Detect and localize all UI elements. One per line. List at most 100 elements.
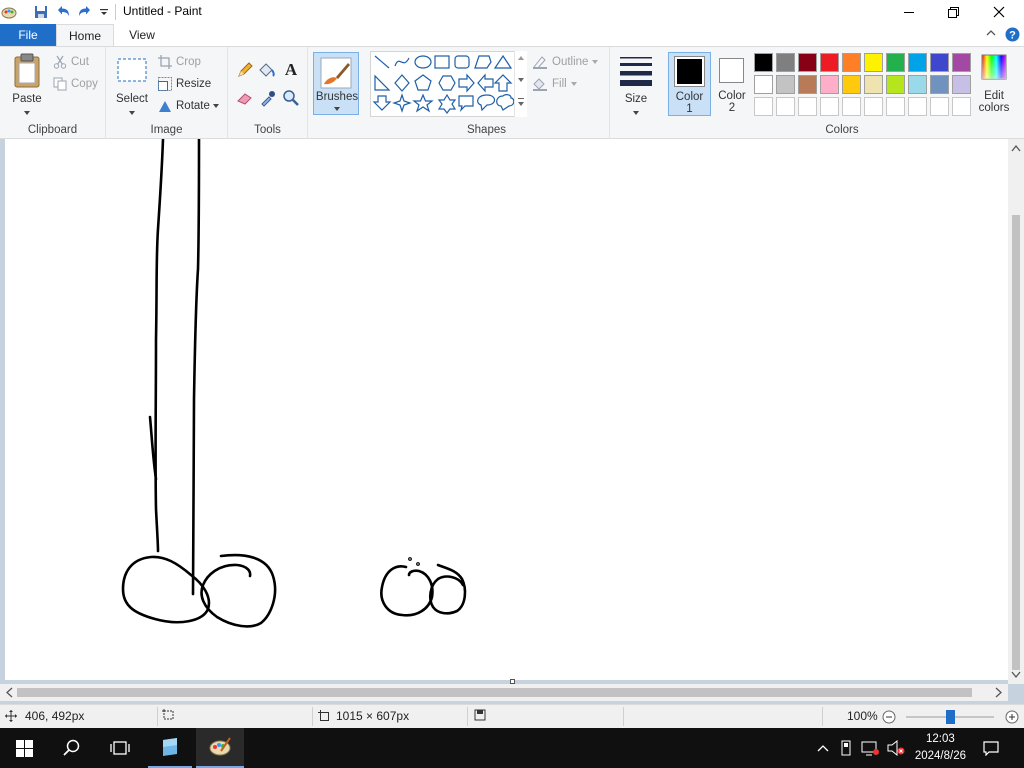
horizontal-scrollbar[interactable] [0,684,1008,701]
clock-date: 2024/8/26 [914,750,966,762]
zoom-slider[interactable] [906,709,996,725]
image-group: Select Crop Resize Rotate Image [106,47,228,139]
image-group-label: Image [150,124,183,136]
collapse-ribbon-icon[interactable] [986,27,996,41]
color2-button[interactable]: Color 2 [713,52,751,116]
customize-toolbar-chevron-icon[interactable] [95,3,113,21]
resize-icon [158,77,172,91]
palette-swatch[interactable] [754,75,773,94]
custom-color-slot[interactable] [820,97,839,116]
color1-button[interactable]: Color 1 [668,52,711,116]
cut-button[interactable]: Cut [53,55,89,69]
cut-label: Cut [71,56,89,68]
palette-swatch[interactable] [930,75,949,94]
status-divider [623,707,624,726]
edit-colors-button[interactable]: Edit colors [976,52,1012,116]
restore-button[interactable] [930,0,976,24]
rectangle-shape-icon [434,55,450,69]
save-icon[interactable] [32,3,50,21]
custom-color-slot[interactable] [886,97,905,116]
palette-swatch[interactable] [820,75,839,94]
text-tool[interactable]: A [282,60,300,81]
drawing-canvas[interactable] [5,137,1008,680]
palette-swatch[interactable] [908,53,927,72]
start-button[interactable] [0,728,48,768]
fill-tool[interactable] [258,61,276,82]
notifications-button[interactable] [976,728,1006,768]
crop-button[interactable]: Crop [158,55,201,69]
close-button[interactable] [976,0,1022,24]
custom-color-slot[interactable] [776,97,795,116]
custom-color-slot[interactable] [754,97,773,116]
zoom-out-button[interactable] [882,710,896,724]
palette-swatch[interactable] [886,53,905,72]
custom-color-slot[interactable] [952,97,971,116]
palette-swatch[interactable] [908,75,927,94]
tab-view[interactable]: View [118,24,166,46]
palette-swatch[interactable] [776,75,795,94]
palette-swatch[interactable] [820,53,839,72]
taskbar-clock[interactable]: 12:03 2024/8/26 [915,731,966,765]
custom-color-slot[interactable] [908,97,927,116]
palette-swatch[interactable] [864,75,883,94]
rounded-rectangle-shape-icon [454,55,470,69]
palette-swatch[interactable] [842,53,861,72]
taskbar-app-explorer[interactable] [148,728,192,768]
help-icon[interactable]: ? [1005,27,1020,45]
size-label: Size [624,93,648,105]
copy-button[interactable]: Copy [53,77,98,91]
resize-button[interactable]: Resize [158,77,211,91]
eraser-tool[interactable] [236,89,254,110]
shape-fill-icon [533,78,547,91]
paste-button[interactable]: Paste [8,51,46,119]
palette-swatch[interactable] [930,53,949,72]
palette-swatch[interactable] [952,53,971,72]
select-button[interactable]: Select [114,51,150,119]
outline-button[interactable]: Outline [532,55,602,69]
palette-swatch[interactable] [886,75,905,94]
minimize-button[interactable] [886,0,932,24]
pencil-tool[interactable] [236,61,254,82]
vertical-scrollbar[interactable] [1008,139,1024,684]
rotate-button[interactable]: Rotate [158,99,223,113]
palette-swatch[interactable] [798,53,817,72]
canvas-resize-handle[interactable] [510,679,515,684]
custom-color-slot[interactable] [798,97,817,116]
curve-shape-icon [394,57,410,67]
task-view-button[interactable] [96,728,144,768]
color-picker-tool[interactable] [259,89,277,110]
selection-size [162,709,174,721]
palette-swatch[interactable] [754,53,773,72]
custom-color-slot[interactable] [842,97,861,116]
show-hidden-icons-button[interactable] [812,728,834,768]
tray-device-icon-button[interactable] [836,728,856,768]
redo-icon[interactable] [76,3,94,21]
brushes-button[interactable]: Brushes [313,52,359,115]
tab-file[interactable]: File [0,24,56,46]
tab-home[interactable]: Home [56,24,114,47]
custom-color-slot[interactable] [930,97,949,116]
palette-swatch[interactable] [952,75,971,94]
palette-swatch[interactable] [776,53,795,72]
taskbar-app-paint[interactable] [196,728,244,768]
tray-volume-button[interactable] [884,728,908,768]
six-point-star-shape-icon [437,93,457,114]
custom-color-slot[interactable] [864,97,883,116]
color1-label-line1: Color [675,91,704,103]
paint-app-icon[interactable] [0,3,18,21]
svg-text:A: A [285,60,298,78]
shapes-gallery-scroll[interactable] [514,51,527,117]
palette-swatch[interactable] [864,53,883,72]
palette-swatch[interactable] [842,75,861,94]
status-divider [467,707,468,726]
magnifier-tool[interactable] [282,89,300,110]
notification-icon [983,741,999,756]
fill-button[interactable]: Fill [532,77,581,91]
undo-icon[interactable] [54,3,72,21]
search-button[interactable] [48,728,96,768]
palette-swatch[interactable] [798,75,817,94]
outline-icon [533,56,547,69]
size-button[interactable]: Size [616,51,656,117]
zoom-in-button[interactable] [1005,710,1019,724]
tray-network-button[interactable] [858,728,882,768]
